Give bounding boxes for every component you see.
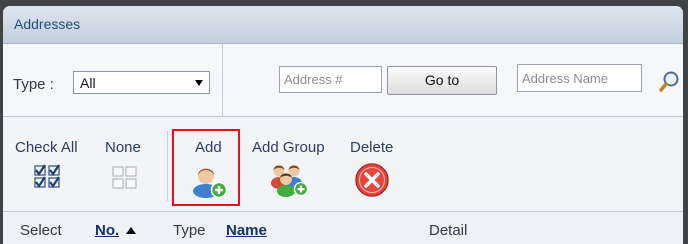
panel-title: Addresses [14,16,81,32]
check-all-button[interactable]: Check All [15,139,78,156]
column-number[interactable]: No. [95,222,119,239]
checkboxes-checked-icon[interactable] [33,164,63,190]
filter-divider [222,44,223,116]
add-group-button[interactable]: Add Group [252,139,325,156]
none-button[interactable]: None [105,139,141,156]
panel-header: Addresses [3,6,683,44]
table-header: Select No. Type Name Detail [3,211,683,244]
type-label: Type : [13,76,54,93]
add-group-icon[interactable] [268,161,310,197]
address-name-input[interactable] [517,64,642,92]
sort-ascending-icon[interactable] [126,227,136,234]
magnifier-icon[interactable] [658,69,682,93]
goto-button[interactable]: Go to [387,66,497,95]
add-button[interactable]: Add [195,139,222,156]
dropdown-arrow-icon [195,80,203,86]
type-select-value: All [80,75,96,91]
toolbar-divider [167,131,168,201]
address-number-input[interactable] [279,66,382,93]
filter-bar: Type : All Go to [3,44,683,117]
column-name[interactable]: Name [226,222,267,239]
add-user-icon[interactable] [190,163,230,199]
column-type: Type [173,222,206,239]
column-select: Select [20,222,62,239]
type-select[interactable]: All [73,71,210,94]
checkboxes-empty-icon[interactable] [111,165,139,191]
delete-button[interactable]: Delete [350,139,393,156]
delete-x-icon[interactable] [354,162,390,198]
addresses-panel: Addresses Type : All Go to Check All [3,6,683,244]
action-toolbar: Check All None Add Add Group Delete [3,117,683,209]
column-detail: Detail [429,222,468,239]
